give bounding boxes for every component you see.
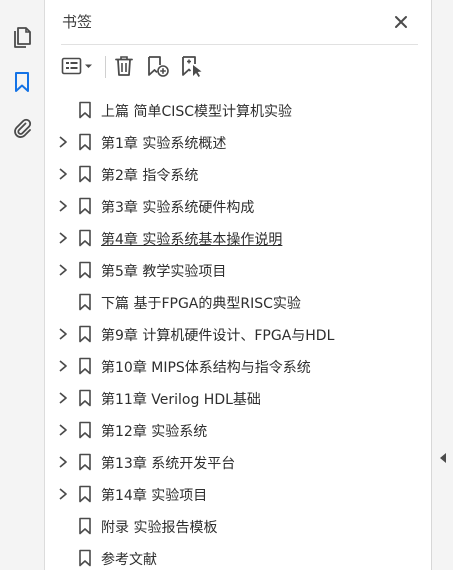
page-thumbnails-button[interactable] [6,20,38,52]
bookmark-icon [79,517,91,535]
bookmark-add-icon [148,56,169,77]
bookmark-label[interactable]: 下篇 基于FPGA的典型RISC实验 [101,293,301,313]
panel-header: 书签 [45,0,431,44]
bookmark-list: 上篇 简单CISC模型计算机实验 第1章 实验系统概述 第2章 指令系统第3章 实验… [45,94,431,574]
bookmark-label[interactable]: 第5章 教学实验项目 [101,261,226,281]
bookmark-icon [79,101,91,119]
bookmark-icon [79,325,91,343]
bookmark-label[interactable]: 第3章 实验系统硬件构成 [101,197,254,217]
options-menu-button[interactable] [60,52,96,80]
chevron-right-icon[interactable] [57,359,69,373]
bookmark-row[interactable]: 第12章 实验系统 [45,414,431,446]
delete-bookmark-button[interactable] [111,52,137,80]
chevron-right-icon[interactable] [57,423,69,437]
bookmark-label[interactable]: 第1章 实验系统概述 [101,133,226,153]
bookmark-icon [79,261,91,279]
chevron-right-icon[interactable] [57,487,69,501]
left-nav-rail [0,0,45,570]
bookmarks-button[interactable] [6,66,38,98]
bookmark-icon [79,293,91,311]
chevron-right-icon[interactable] [57,455,69,469]
chevron-right-icon[interactable] [57,167,69,181]
bookmark-icon [79,549,91,567]
trash-icon [115,56,133,76]
bookmark-label[interactable]: 第12章 实验系统 [101,421,207,441]
bookmark-row[interactable]: 第14章 实验项目 [45,478,431,510]
chevron-right-icon[interactable] [57,327,69,341]
bookmark-icon [79,357,91,375]
chevron-right-icon[interactable] [57,199,69,213]
bookmark-row[interactable]: 第13章 系统开发平台 [45,446,431,478]
bookmark-icon [79,165,91,183]
bookmark-icon [79,229,91,247]
bookmark-row[interactable]: 下篇 基于FPGA的典型RISC实验 [45,286,431,318]
bookmark-icon [15,72,29,92]
toolbar-separator [105,56,106,78]
bookmark-label[interactable]: 第9章 计算机硬件设计、FPGA与HDL [101,325,334,345]
collapse-panel-button[interactable] [436,450,450,466]
bookmark-label[interactable]: 第4章 实验系统基本操作说明 [101,229,282,249]
bookmark-icon [79,485,91,503]
bookmark-label[interactable]: 参考文献 [101,549,157,569]
bookmark-label[interactable]: 第11章 Verilog HDL基础 [101,389,261,409]
bookmark-label[interactable]: 第14章 实验项目 [101,485,207,505]
bookmark-icon [79,389,91,407]
bookmark-row[interactable]: 附录 实验报告模板 [45,510,431,542]
new-bookmark-from-selection-button[interactable] [178,52,206,80]
bookmark-label[interactable]: 第13章 系统开发平台 [101,453,235,473]
paperclip-icon [14,118,32,138]
bookmark-row[interactable]: 第3章 实验系统硬件构成 [45,190,431,222]
close-panel-button[interactable] [391,12,411,32]
list-options-icon [61,57,92,75]
bookmark-row[interactable]: 第9章 计算机硬件设计、FPGA与HDL [45,318,431,350]
header-divider [61,44,418,45]
bookmark-row[interactable]: 参考文献 [45,542,431,574]
bookmark-row[interactable]: 第10章 MIPS体系结构与指令系统 [45,350,431,382]
chevron-right-icon[interactable] [57,263,69,277]
bookmark-label[interactable]: 第10章 MIPS体系结构与指令系统 [101,357,311,377]
bookmark-row[interactable]: 第5章 教学实验项目 [45,254,431,286]
bookmark-row[interactable]: 第1章 实验系统概述 [45,126,431,158]
panel-splitter[interactable] [431,0,453,570]
bookmarks-panel: 书签 上篇 简单CISC模型计算机实验 第1章 实验系统概述 第2章 指令系统 … [45,0,431,570]
bookmark-row[interactable]: 第4章 实验系统基本操作说明 [45,222,431,254]
bookmark-row[interactable]: 第2章 指令系统 [45,158,431,190]
bookmark-toolbar [45,46,431,86]
bookmark-row[interactable]: 第11章 Verilog HDL基础 [45,382,431,414]
bookmark-label[interactable]: 附录 实验报告模板 [101,517,217,537]
collapse-left-icon [440,453,446,463]
pages-icon [14,27,31,48]
bookmark-label[interactable]: 第2章 指令系统 [101,165,198,185]
bookmark-icon [79,197,91,215]
chevron-right-icon[interactable] [57,135,69,149]
chevron-right-icon[interactable] [57,231,69,245]
bookmark-cursor-icon [182,56,202,77]
bookmark-icon [79,453,91,471]
chevron-right-icon[interactable] [57,391,69,405]
bookmark-icon [79,421,91,439]
close-icon [395,16,407,28]
bookmark-label[interactable]: 上篇 简单CISC模型计算机实验 [101,101,292,121]
bookmark-icon [79,133,91,151]
attachments-button[interactable] [6,112,38,144]
panel-title: 书签 [62,13,93,31]
bookmark-row[interactable]: 上篇 简单CISC模型计算机实验 [45,94,431,126]
new-bookmark-button[interactable] [145,52,171,80]
